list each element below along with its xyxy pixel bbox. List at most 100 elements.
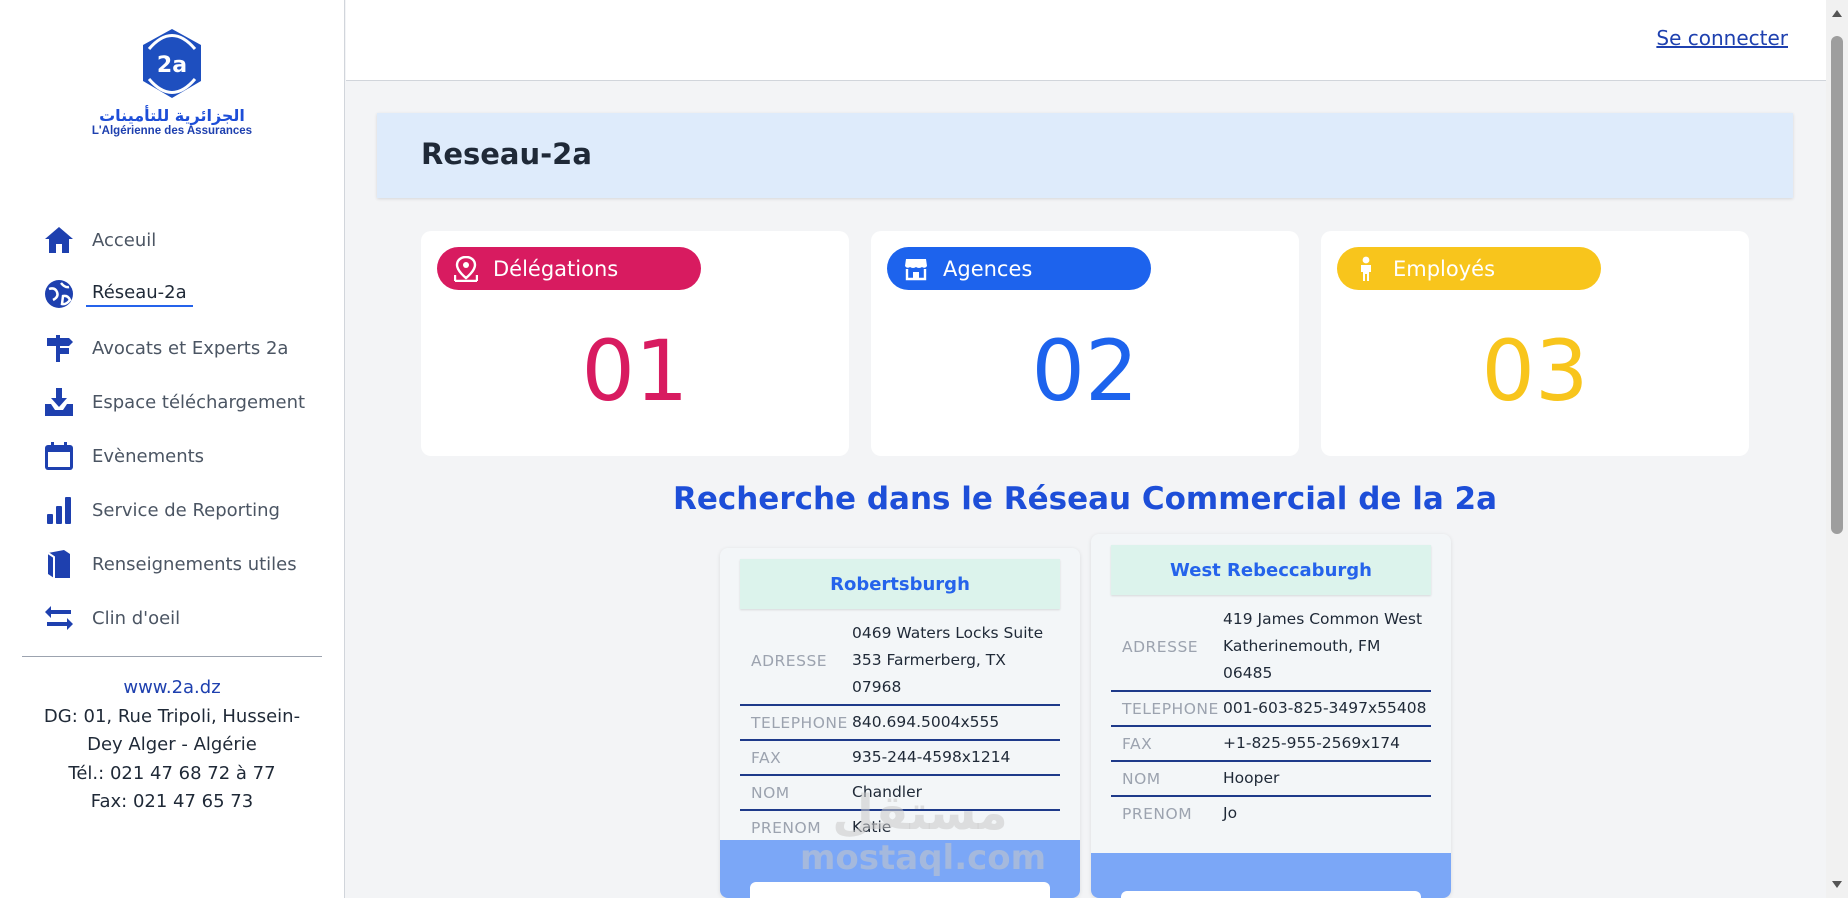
field-value: Hooper bbox=[1223, 761, 1431, 797]
result-details-table: ADRESSE 0469 Waters Locks Suite 353 Farm… bbox=[740, 617, 1060, 844]
result-card-footer bbox=[1091, 853, 1451, 898]
page-title: Reseau-2a bbox=[421, 137, 592, 171]
address-line-2: Dey Alger - Algérie bbox=[87, 734, 257, 755]
sidebar-item-label: Clin d'oeil bbox=[92, 607, 181, 629]
signpost-icon bbox=[42, 331, 76, 365]
stat-label: Employés bbox=[1393, 256, 1496, 281]
result-city: Robertsburgh bbox=[740, 559, 1060, 609]
table-row: NOM Chandler bbox=[740, 775, 1060, 811]
sidebar-item-reporting[interactable]: Service de Reporting bbox=[0, 483, 345, 537]
stat-card-agences: Agences 02 bbox=[871, 231, 1299, 456]
result-action-button[interactable] bbox=[1121, 891, 1421, 898]
login-link[interactable]: Se connecter bbox=[1656, 26, 1788, 50]
sidebar-item-label: Espace téléchargement bbox=[92, 391, 306, 413]
sidebar-item-label: Evènements bbox=[92, 445, 205, 467]
field-value: 419 James Common West Katherinemouth, FM… bbox=[1223, 603, 1431, 692]
contact-info: www.2a.dz DG: 01, Rue Tripoli, Hussein- … bbox=[22, 674, 322, 817]
sidebar-item-telechargement[interactable]: Espace téléchargement bbox=[0, 375, 345, 429]
table-row: ADRESSE 0469 Waters Locks Suite 353 Farm… bbox=[740, 617, 1060, 706]
stat-label: Délégations bbox=[493, 256, 619, 281]
field-value: 935-244-4598x1214 bbox=[852, 740, 1060, 776]
stat-value: 01 bbox=[581, 322, 689, 420]
sidebar: 2a الجزائرية للتأمينات L'Algérienne des … bbox=[0, 0, 345, 898]
stat-pill-delegations: Délégations bbox=[437, 247, 701, 290]
field-value: 0469 Waters Locks Suite 353 Farmerberg, … bbox=[852, 617, 1060, 706]
calendar-icon bbox=[42, 439, 76, 473]
field-label: PRENOM bbox=[751, 818, 822, 837]
sidebar-divider bbox=[22, 656, 322, 657]
sidebar-nav: Acceuil Réseau-2a Avocats et Experts 2a … bbox=[0, 213, 345, 645]
page-header: Reseau-2a bbox=[377, 113, 1793, 198]
result-card[interactable]: Robertsburgh ADRESSE 0469 Waters Locks S… bbox=[720, 548, 1080, 898]
field-value: Chandler bbox=[852, 775, 1060, 811]
table-row: NOM Hooper bbox=[1111, 761, 1431, 797]
field-label: TELEPHONE bbox=[740, 705, 852, 741]
field-label: NOM bbox=[1111, 761, 1223, 797]
field-value: Katie bbox=[852, 818, 892, 836]
table-row: PRENOM Jo bbox=[1111, 796, 1431, 830]
sidebar-item-reseau[interactable]: Réseau-2a bbox=[0, 267, 345, 321]
field-label: PRENOM bbox=[1122, 804, 1193, 823]
field-value: Jo bbox=[1223, 804, 1238, 822]
stat-pill-agences: Agences bbox=[887, 247, 1151, 290]
map-pin-icon bbox=[453, 255, 479, 282]
sidebar-item-avocats[interactable]: Avocats et Experts 2a bbox=[0, 321, 345, 375]
field-value: 840.694.5004x555 bbox=[852, 705, 1060, 741]
field-label: ADRESSE bbox=[740, 617, 852, 706]
topbar: Se connecter bbox=[346, 0, 1826, 81]
sidebar-item-label: Acceuil bbox=[92, 229, 157, 251]
person-icon bbox=[1353, 256, 1379, 282]
company-logo[interactable]: 2a الجزائرية للتأمينات L'Algérienne des … bbox=[88, 26, 256, 146]
logo-arabic-text: الجزائرية للتأمينات bbox=[99, 106, 245, 125]
table-row: FAX +1-825-955-2569x174 bbox=[1111, 726, 1431, 762]
phone-number: Tél.: 021 47 68 72 à 77 bbox=[68, 762, 276, 784]
logo-badge-text: 2a bbox=[157, 53, 187, 78]
table-row: PRENOM Katie bbox=[740, 810, 1060, 844]
sidebar-item-evenements[interactable]: Evènements bbox=[0, 429, 345, 483]
result-card[interactable]: West Rebeccaburgh ADRESSE 419 James Comm… bbox=[1091, 534, 1451, 898]
logo-french-text: L'Algérienne des Assurances bbox=[91, 125, 253, 137]
address-line-1: DG: 01, Rue Tripoli, Hussein- bbox=[43, 705, 301, 727]
storefront-icon bbox=[903, 256, 929, 282]
arrows-exchange-icon bbox=[42, 601, 76, 635]
download-icon bbox=[42, 385, 76, 419]
globe-icon bbox=[42, 277, 76, 311]
table-row: TELEPHONE 840.694.5004x555 bbox=[740, 705, 1060, 741]
sidebar-item-acceuil[interactable]: Acceuil bbox=[0, 213, 345, 267]
sidebar-item-label: Avocats et Experts 2a bbox=[92, 337, 289, 359]
result-action-button[interactable] bbox=[750, 882, 1050, 898]
field-value: 001-603-825-3497x55408 bbox=[1223, 691, 1431, 727]
page-scrollbar[interactable] bbox=[1826, 0, 1848, 898]
sidebar-item-label: Réseau-2a bbox=[86, 282, 193, 307]
sidebar-item-renseignements[interactable]: Renseignements utiles bbox=[0, 537, 345, 591]
website-link[interactable]: www.2a.dz bbox=[22, 674, 322, 703]
scroll-thumb[interactable] bbox=[1831, 36, 1843, 534]
stat-value: 03 bbox=[1481, 322, 1589, 420]
table-row: ADRESSE 419 James Common West Katherinem… bbox=[1111, 603, 1431, 692]
stat-label: Agences bbox=[943, 256, 1033, 281]
table-row: FAX 935-244-4598x1214 bbox=[740, 740, 1060, 776]
sidebar-item-label: Service de Reporting bbox=[92, 499, 280, 521]
field-label: TELEPHONE bbox=[1111, 691, 1223, 727]
stat-card-employes: Employés 03 bbox=[1321, 231, 1749, 456]
result-card-footer bbox=[720, 840, 1080, 898]
book-icon bbox=[42, 547, 76, 581]
sidebar-item-clin-doeil[interactable]: Clin d'oeil bbox=[0, 591, 345, 645]
sidebar-item-label: Renseignements utiles bbox=[92, 553, 297, 575]
bar-chart-icon bbox=[42, 493, 76, 527]
field-label: ADRESSE bbox=[1111, 603, 1223, 692]
stat-card-delegations: Délégations 01 bbox=[421, 231, 849, 456]
result-details-table: ADRESSE 419 James Common West Katherinem… bbox=[1111, 603, 1431, 830]
field-label: FAX bbox=[1111, 726, 1223, 762]
logo-hexagon-icon: 2a bbox=[143, 29, 201, 98]
field-value: +1-825-955-2569x174 bbox=[1223, 726, 1431, 762]
scroll-down-arrow-icon[interactable] bbox=[1832, 881, 1842, 888]
home-icon bbox=[42, 223, 76, 257]
scroll-up-arrow-icon[interactable] bbox=[1832, 10, 1842, 17]
field-label: FAX bbox=[740, 740, 852, 776]
search-section-title: Recherche dans le Réseau Commercial de l… bbox=[672, 481, 1498, 517]
result-city: West Rebeccaburgh bbox=[1111, 545, 1431, 595]
table-row: TELEPHONE 001-603-825-3497x55408 bbox=[1111, 691, 1431, 727]
stat-pill-employes: Employés bbox=[1337, 247, 1601, 290]
fax-number: Fax: 021 47 65 73 bbox=[90, 791, 254, 812]
